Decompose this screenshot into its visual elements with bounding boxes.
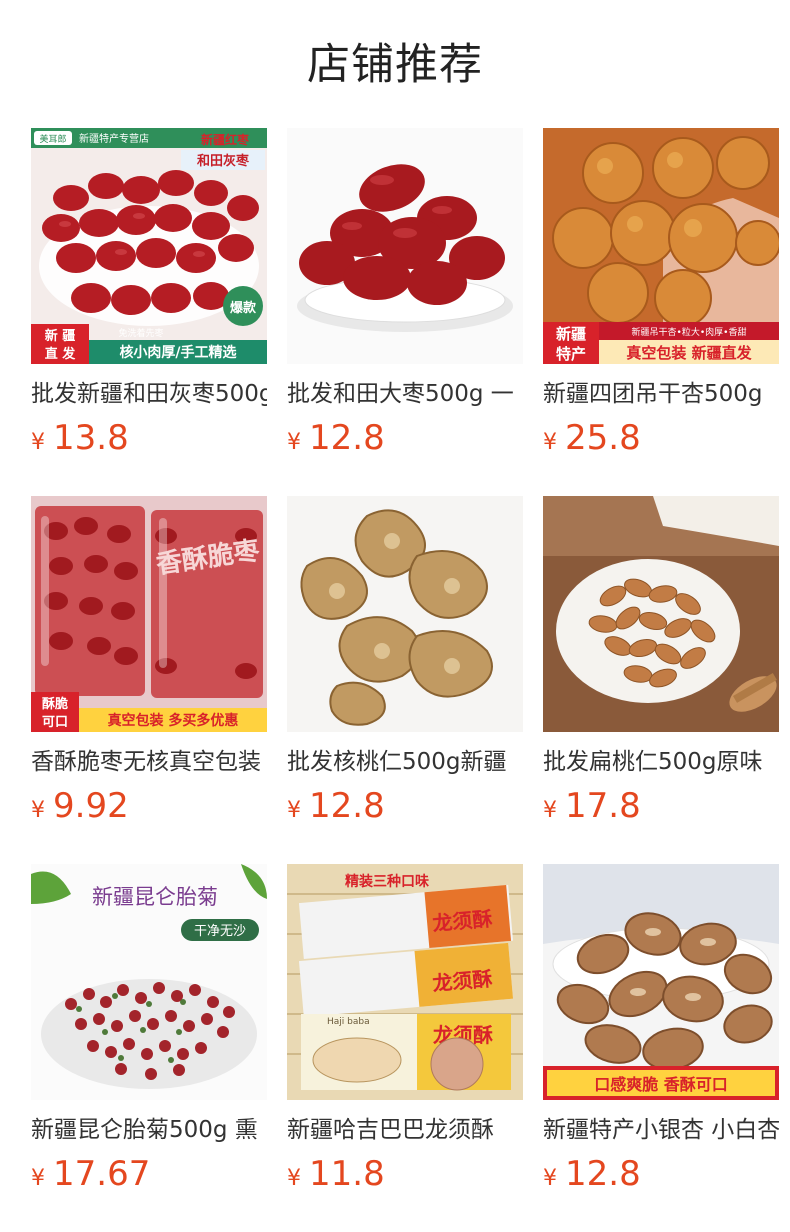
product-card[interactable]: 口感爽脆 香酥可口 新疆特产小银杏 小白杏 ¥12.8	[543, 864, 779, 1204]
dragon-beard-candy-picture: 精装三种口味 龙须酥 龙须酥 龙须酥 Haji baba	[287, 864, 523, 1100]
price: ¥11.8	[287, 1154, 523, 1198]
product-card[interactable]: 批发扁桃仁500g原味 ¥17.8	[543, 496, 779, 836]
product-name[interactable]: 批发扁桃仁500g原味	[543, 746, 779, 778]
red-dates-image[interactable]: 美耳郎 新疆特产专营店 新疆红枣 和田灰枣 爆款 新 疆 直 发 免洗着先枣 核…	[31, 128, 267, 364]
bottom-bar-text: 真空包装 新疆直发	[626, 344, 752, 362]
product-name[interactable]: 批发核桃仁500g新疆	[287, 746, 523, 778]
corner-text-1: 新疆	[556, 325, 586, 343]
product-name[interactable]: 新疆特产小银杏 小白杏	[543, 1114, 779, 1146]
price-value: 9.92	[53, 786, 129, 826]
almond-picture	[543, 496, 779, 732]
product-card[interactable]: 美耳郎 新疆特产专营店 新疆红枣 和田灰枣 爆款 新 疆 直 发 免洗着先枣 核…	[31, 128, 267, 468]
product-name[interactable]: 新疆四团吊干杏500g	[543, 378, 779, 410]
price-value: 12.8	[565, 1154, 641, 1194]
crispy-dates-image[interactable]: 香酥脆枣 酥脆 可口 真空包装 多买多优惠	[31, 496, 267, 732]
brand-logo-text: 美耳郎	[39, 133, 66, 145]
walnut-kernel-picture	[287, 496, 523, 732]
bottom-bar-text: 口感爽脆 香酥可口	[594, 1075, 728, 1094]
price: ¥17.8	[543, 786, 779, 830]
price: ¥9.92	[31, 786, 267, 830]
corner-text-1: 酥脆	[42, 696, 68, 712]
currency-symbol: ¥	[287, 798, 301, 823]
small-note-text: 新疆吊干杏•粒大•肉厚•香甜	[632, 326, 747, 338]
currency-symbol: ¥	[287, 1166, 301, 1191]
price-value: 13.8	[53, 418, 129, 458]
chrysanthemum-tea-picture: 新疆昆仑胎菊 干净无沙	[31, 864, 267, 1100]
currency-symbol: ¥	[287, 430, 301, 455]
product-card[interactable]: 批发核桃仁500g新疆 ¥12.8	[287, 496, 523, 836]
banner-title-1: 新疆昆仑胎菊	[92, 885, 218, 909]
price: ¥17.67	[31, 1154, 267, 1198]
product-card[interactable]: 新疆 特产 新疆吊干杏•粒大•肉厚•香甜 真空包装 新疆直发 新疆四团吊干杏50…	[543, 128, 779, 468]
banner-title-1: 精装三种口味	[345, 873, 429, 890]
corner-text-1: 新 疆	[45, 328, 76, 344]
price-value: 17.8	[565, 786, 641, 826]
box-brand-latin-text: Haji baba	[327, 1017, 370, 1027]
small-note-text: 免洗着先枣	[118, 327, 163, 339]
price: ¥13.8	[31, 418, 267, 462]
currency-symbol: ¥	[31, 798, 45, 823]
big-jujube-image[interactable]	[287, 128, 523, 364]
dried-apricot-image[interactable]: 新疆 特产 新疆吊干杏•粒大•肉厚•香甜 真空包装 新疆直发	[543, 128, 779, 364]
dragon-beard-candy-image[interactable]: 精装三种口味 龙须酥 龙须酥 龙须酥 Haji baba	[287, 864, 523, 1100]
section-title: 店铺推荐	[307, 40, 483, 90]
price-value: 11.8	[309, 1154, 385, 1194]
almond-image[interactable]	[543, 496, 779, 732]
banner-title-2: 和田灰枣	[197, 153, 250, 169]
dried-apricot-picture: 新疆 特产 新疆吊干杏•粒大•肉厚•香甜 真空包装 新疆直发	[543, 128, 779, 364]
big-jujube-picture	[287, 128, 523, 364]
price-value: 12.8	[309, 418, 385, 458]
currency-symbol: ¥	[31, 1166, 45, 1191]
banner-title-1: 新疆红枣	[201, 132, 250, 147]
bottom-bar-text: 真空包装 多买多优惠	[108, 712, 239, 729]
product-name[interactable]: 香酥脆枣无核真空包装	[31, 746, 267, 778]
apricot-kernel-image[interactable]: 口感爽脆 香酥可口	[543, 864, 779, 1100]
bottom-bar-text: 核小肉厚/手工精选	[119, 344, 236, 361]
currency-symbol: ¥	[543, 798, 557, 823]
corner-text-2: 特产	[556, 345, 586, 363]
crispy-dates-picture: 香酥脆枣 酥脆 可口 真空包装 多买多优惠	[31, 496, 267, 732]
product-card[interactable]: 香酥脆枣 酥脆 可口 真空包装 多买多优惠 香酥脆枣无核真空包装 ¥9.92	[31, 496, 267, 836]
currency-symbol: ¥	[543, 430, 557, 455]
product-name[interactable]: 新疆昆仑胎菊500g 熏	[31, 1114, 267, 1146]
price: ¥12.8	[287, 418, 523, 462]
product-name[interactable]: 批发和田大枣500g 一	[287, 378, 523, 410]
walnut-kernel-image[interactable]	[287, 496, 523, 732]
chrysanthemum-tea-image[interactable]: 新疆昆仑胎菊 干净无沙	[31, 864, 267, 1100]
product-name[interactable]: 新疆哈吉巴巴龙须酥	[287, 1114, 523, 1146]
price: ¥12.8	[543, 1154, 779, 1198]
product-card[interactable]: 批发和田大枣500g 一 ¥12.8	[287, 128, 523, 468]
store-tag-text: 新疆特产专营店	[79, 132, 149, 145]
currency-symbol: ¥	[543, 1166, 557, 1191]
red-dates-picture: 美耳郎 新疆特产专营店 新疆红枣 和田灰枣 爆款 新 疆 直 发 免洗着先枣 核…	[31, 128, 267, 364]
corner-text-2: 直 发	[45, 346, 77, 362]
currency-symbol: ¥	[31, 430, 45, 455]
apricot-kernel-picture: 口感爽脆 香酥可口	[543, 864, 779, 1100]
corner-text-2: 可口	[42, 715, 68, 730]
hot-badge-text: 爆款	[230, 300, 257, 316]
product-card[interactable]: 新疆昆仑胎菊 干净无沙 新疆昆仑胎菊500g 熏 ¥ 17.67	[31, 864, 267, 1204]
price-value: 25.8	[565, 418, 641, 458]
price: ¥12.8	[287, 786, 523, 830]
price: ¥25.8	[543, 418, 779, 462]
product-card[interactable]: 精装三种口味 龙须酥 龙须酥 龙须酥 Haji baba 新疆哈吉巴巴龙须酥 ¥…	[287, 864, 523, 1204]
product-name[interactable]: 批发新疆和田灰枣500g	[31, 378, 267, 410]
price-value: 12.8	[309, 786, 385, 826]
clean-tag-text: 干净无沙	[194, 924, 246, 939]
price-value: 17.67	[53, 1154, 151, 1194]
recommend-page: 店铺推荐 美耳郎 新疆特产专营店 新疆红枣 和田灰枣 爆款 新 疆 直 发 免洗…	[0, 0, 790, 1232]
